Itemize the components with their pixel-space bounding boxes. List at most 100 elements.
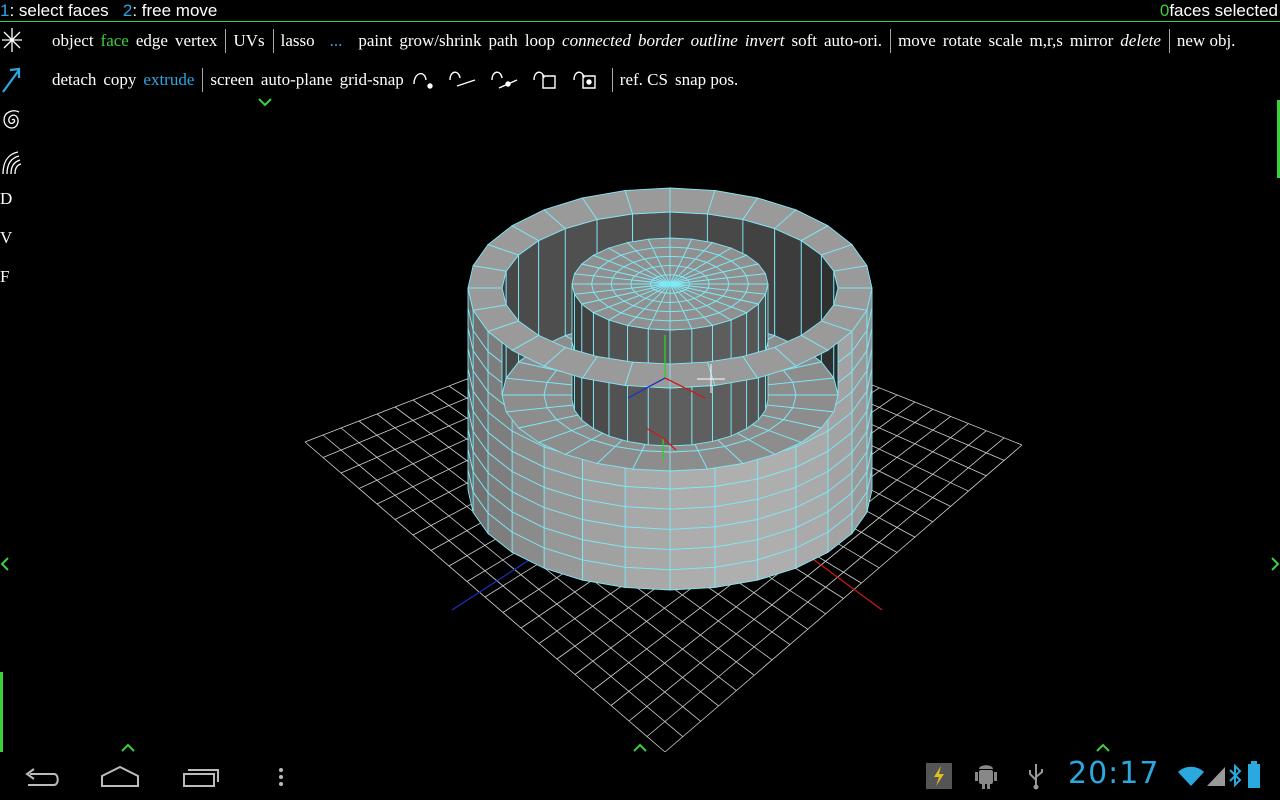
android-icon	[975, 765, 997, 789]
left-edge-chevron-icon[interactable]	[0, 556, 10, 572]
hint-bar: 1: select faces 2: free move 0faces sele…	[0, 0, 1280, 22]
toolbar-separator	[225, 29, 227, 53]
toolbar-separator	[202, 68, 204, 92]
rim-face	[624, 361, 671, 389]
screen-button[interactable]: screen	[210, 70, 253, 90]
recent-apps-icon[interactable]	[182, 766, 220, 788]
extrude-button[interactable]: extrude	[143, 70, 194, 90]
column-cap-face	[745, 273, 769, 285]
grid-snap-button[interactable]: grid-snap	[340, 70, 404, 90]
auto-orientation-button[interactable]: auto-ori.	[824, 31, 882, 51]
cylinder-face	[669, 566, 716, 591]
mode-face[interactable]: face	[101, 31, 129, 51]
arrow-icon[interactable]	[0, 65, 26, 100]
paint-button[interactable]: paint	[358, 31, 392, 51]
arcs-icon[interactable]	[0, 146, 26, 181]
column-face	[712, 377, 732, 442]
snap-face-icon[interactable]	[531, 66, 559, 95]
scale-button[interactable]: scale	[989, 31, 1023, 51]
column-cap-face	[669, 319, 693, 331]
bluetooth-icon	[1229, 763, 1242, 788]
cylinder-face	[624, 546, 671, 571]
connected-button[interactable]: connected	[562, 31, 631, 51]
selection-count-number: 0	[1159, 1, 1170, 20]
3d-viewport[interactable]	[0, 0, 1280, 800]
usb-icon	[1029, 764, 1043, 790]
tool-d[interactable]: D	[0, 189, 26, 209]
toolbar-separator	[611, 68, 613, 92]
mode-vertex[interactable]: vertex	[175, 31, 217, 51]
cylinder-face	[669, 526, 716, 551]
snap-edge-point-icon[interactable]	[489, 66, 519, 95]
mode-edge[interactable]: edge	[136, 31, 168, 51]
wifi-icon	[1178, 766, 1204, 786]
snap-edge-icon[interactable]	[447, 66, 477, 95]
snap-face-point-icon[interactable]	[571, 66, 599, 95]
toolbar-separator	[1168, 29, 1170, 53]
move-rotate-scale-button[interactable]: m,r,s	[1030, 31, 1063, 51]
toolbar-row-1: object face edge vertex UVs lasso ... pa…	[52, 28, 1242, 54]
system-nav-bar: 20:17	[0, 752, 1280, 800]
shortcut-label-2: : free move	[132, 1, 218, 20]
ref-cs-button[interactable]: ref. CS	[620, 70, 668, 90]
grow-shrink-button[interactable]: grow/shrink	[399, 31, 481, 51]
loop-button[interactable]: loop	[525, 31, 555, 51]
column-cap-face	[571, 283, 595, 295]
home-icon[interactable]	[100, 764, 140, 788]
cylinder-face	[669, 506, 716, 530]
cylinder-face	[624, 486, 671, 510]
snap-position-button[interactable]: snap pos.	[675, 70, 738, 90]
soft-button[interactable]: soft	[791, 31, 817, 51]
shortcut-label-1: : select faces	[9, 1, 109, 20]
uvs-button[interactable]: UVs	[233, 31, 264, 51]
signal-icon	[1207, 767, 1225, 786]
expand-chevron-icon[interactable]	[257, 97, 273, 107]
star-icon[interactable]	[0, 26, 26, 59]
menu-icon[interactable]	[276, 766, 286, 788]
more-button[interactable]: ...	[330, 31, 343, 51]
border-button[interactable]: border	[638, 31, 684, 51]
column-cap-face	[647, 237, 671, 249]
cylinder-mesh	[467, 187, 873, 591]
column-face	[647, 386, 671, 447]
snap-point-icon[interactable]	[411, 66, 435, 95]
outline-button[interactable]: outline	[691, 31, 738, 51]
copy-button[interactable]: copy	[103, 70, 136, 90]
back-icon[interactable]	[22, 766, 60, 788]
mirror-button[interactable]: mirror	[1070, 31, 1113, 51]
clock: 20:17	[1068, 756, 1160, 791]
rotate-button[interactable]: rotate	[943, 31, 982, 51]
hint-divider	[0, 21, 1280, 22]
battery-icon	[1248, 761, 1260, 788]
cylinder-face	[624, 506, 671, 530]
column-face	[669, 386, 693, 447]
mode-object[interactable]: object	[52, 31, 94, 51]
delete-button[interactable]: delete	[1120, 31, 1161, 51]
invert-button[interactable]: invert	[745, 31, 785, 51]
new-object-button[interactable]: new obj.	[1177, 31, 1236, 51]
toolbar-separator	[272, 29, 274, 53]
right-edge-chevron-icon[interactable]	[1270, 556, 1280, 572]
path-button[interactable]: path	[489, 31, 518, 51]
selection-count: 0faces selected	[1160, 0, 1278, 22]
cylinder-face	[624, 526, 671, 551]
selection-count-label: faces selected	[1169, 1, 1278, 20]
cylinder-face	[624, 566, 671, 591]
inner-wall-face	[774, 227, 802, 349]
usb-debug-icon	[926, 763, 952, 789]
toolbar-row-2: detach copy extrude screen auto-plane gr…	[52, 67, 745, 93]
tool-v[interactable]: V	[0, 228, 26, 248]
move-button[interactable]: move	[898, 31, 936, 51]
rim-face	[624, 187, 671, 215]
inner-wall-face	[538, 227, 566, 349]
cylinder-face	[669, 546, 716, 571]
detach-button[interactable]: detach	[52, 70, 96, 90]
lasso-button[interactable]: lasso	[281, 31, 315, 51]
auto-plane-button[interactable]: auto-plane	[261, 70, 333, 90]
shortcut-key-2: 2	[122, 1, 133, 20]
cylinder-face	[669, 486, 716, 510]
spiral-icon[interactable]	[0, 105, 26, 140]
tool-f[interactable]: F	[0, 267, 26, 287]
left-scroll-indicator[interactable]	[0, 672, 3, 752]
rim-face	[669, 187, 716, 215]
